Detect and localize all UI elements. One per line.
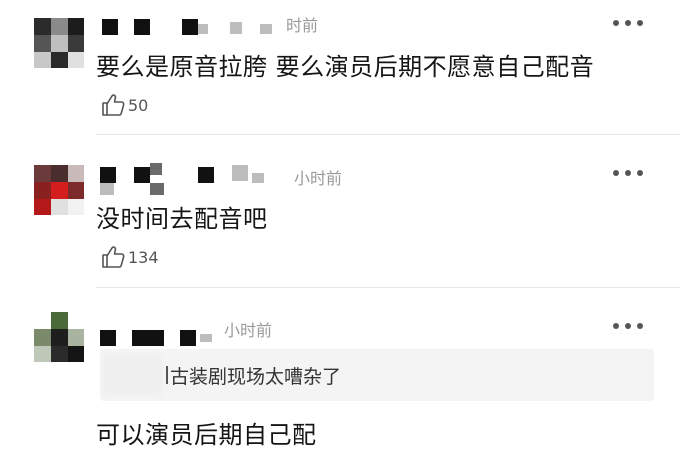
- username-redacted[interactable]: [100, 163, 290, 195]
- avatar[interactable]: [34, 165, 84, 215]
- thumbs-up-icon: [102, 94, 125, 116]
- more-dots-icon[interactable]: [613, 320, 643, 332]
- comment-item: 时前 要么是原音拉胯 要么演员后期不愿意自己配音 50: [0, 0, 697, 135]
- comment-text: 没时间去配音吧: [96, 205, 268, 233]
- username-redacted[interactable]: [100, 14, 280, 44]
- like-button[interactable]: 134: [100, 244, 159, 270]
- comment-text: 要么是原音拉胯 要么演员后期不愿意自己配音: [96, 53, 595, 81]
- avatar[interactable]: [34, 312, 84, 362]
- comment-time: 小时前: [224, 321, 273, 340]
- quoted-text: 古装剧现场太嘈杂了: [170, 366, 342, 388]
- more-dots-icon[interactable]: [613, 167, 643, 179]
- more-dots-icon[interactable]: [613, 17, 643, 29]
- comment-item: 小时前 没时间去配音吧 134: [0, 135, 697, 288]
- like-count: 50: [128, 95, 149, 115]
- quoted-reply[interactable]: 古装剧现场太嘈杂了: [100, 349, 654, 401]
- comment-time: 小时前: [294, 169, 343, 188]
- comment-text: 可以演员后期自己配: [96, 421, 317, 449]
- like-button[interactable]: 50: [100, 92, 148, 118]
- avatar[interactable]: [34, 18, 84, 68]
- thumbs-up-icon: [102, 246, 125, 268]
- like-count: 134: [128, 247, 159, 267]
- comment-time: 时前: [286, 16, 319, 35]
